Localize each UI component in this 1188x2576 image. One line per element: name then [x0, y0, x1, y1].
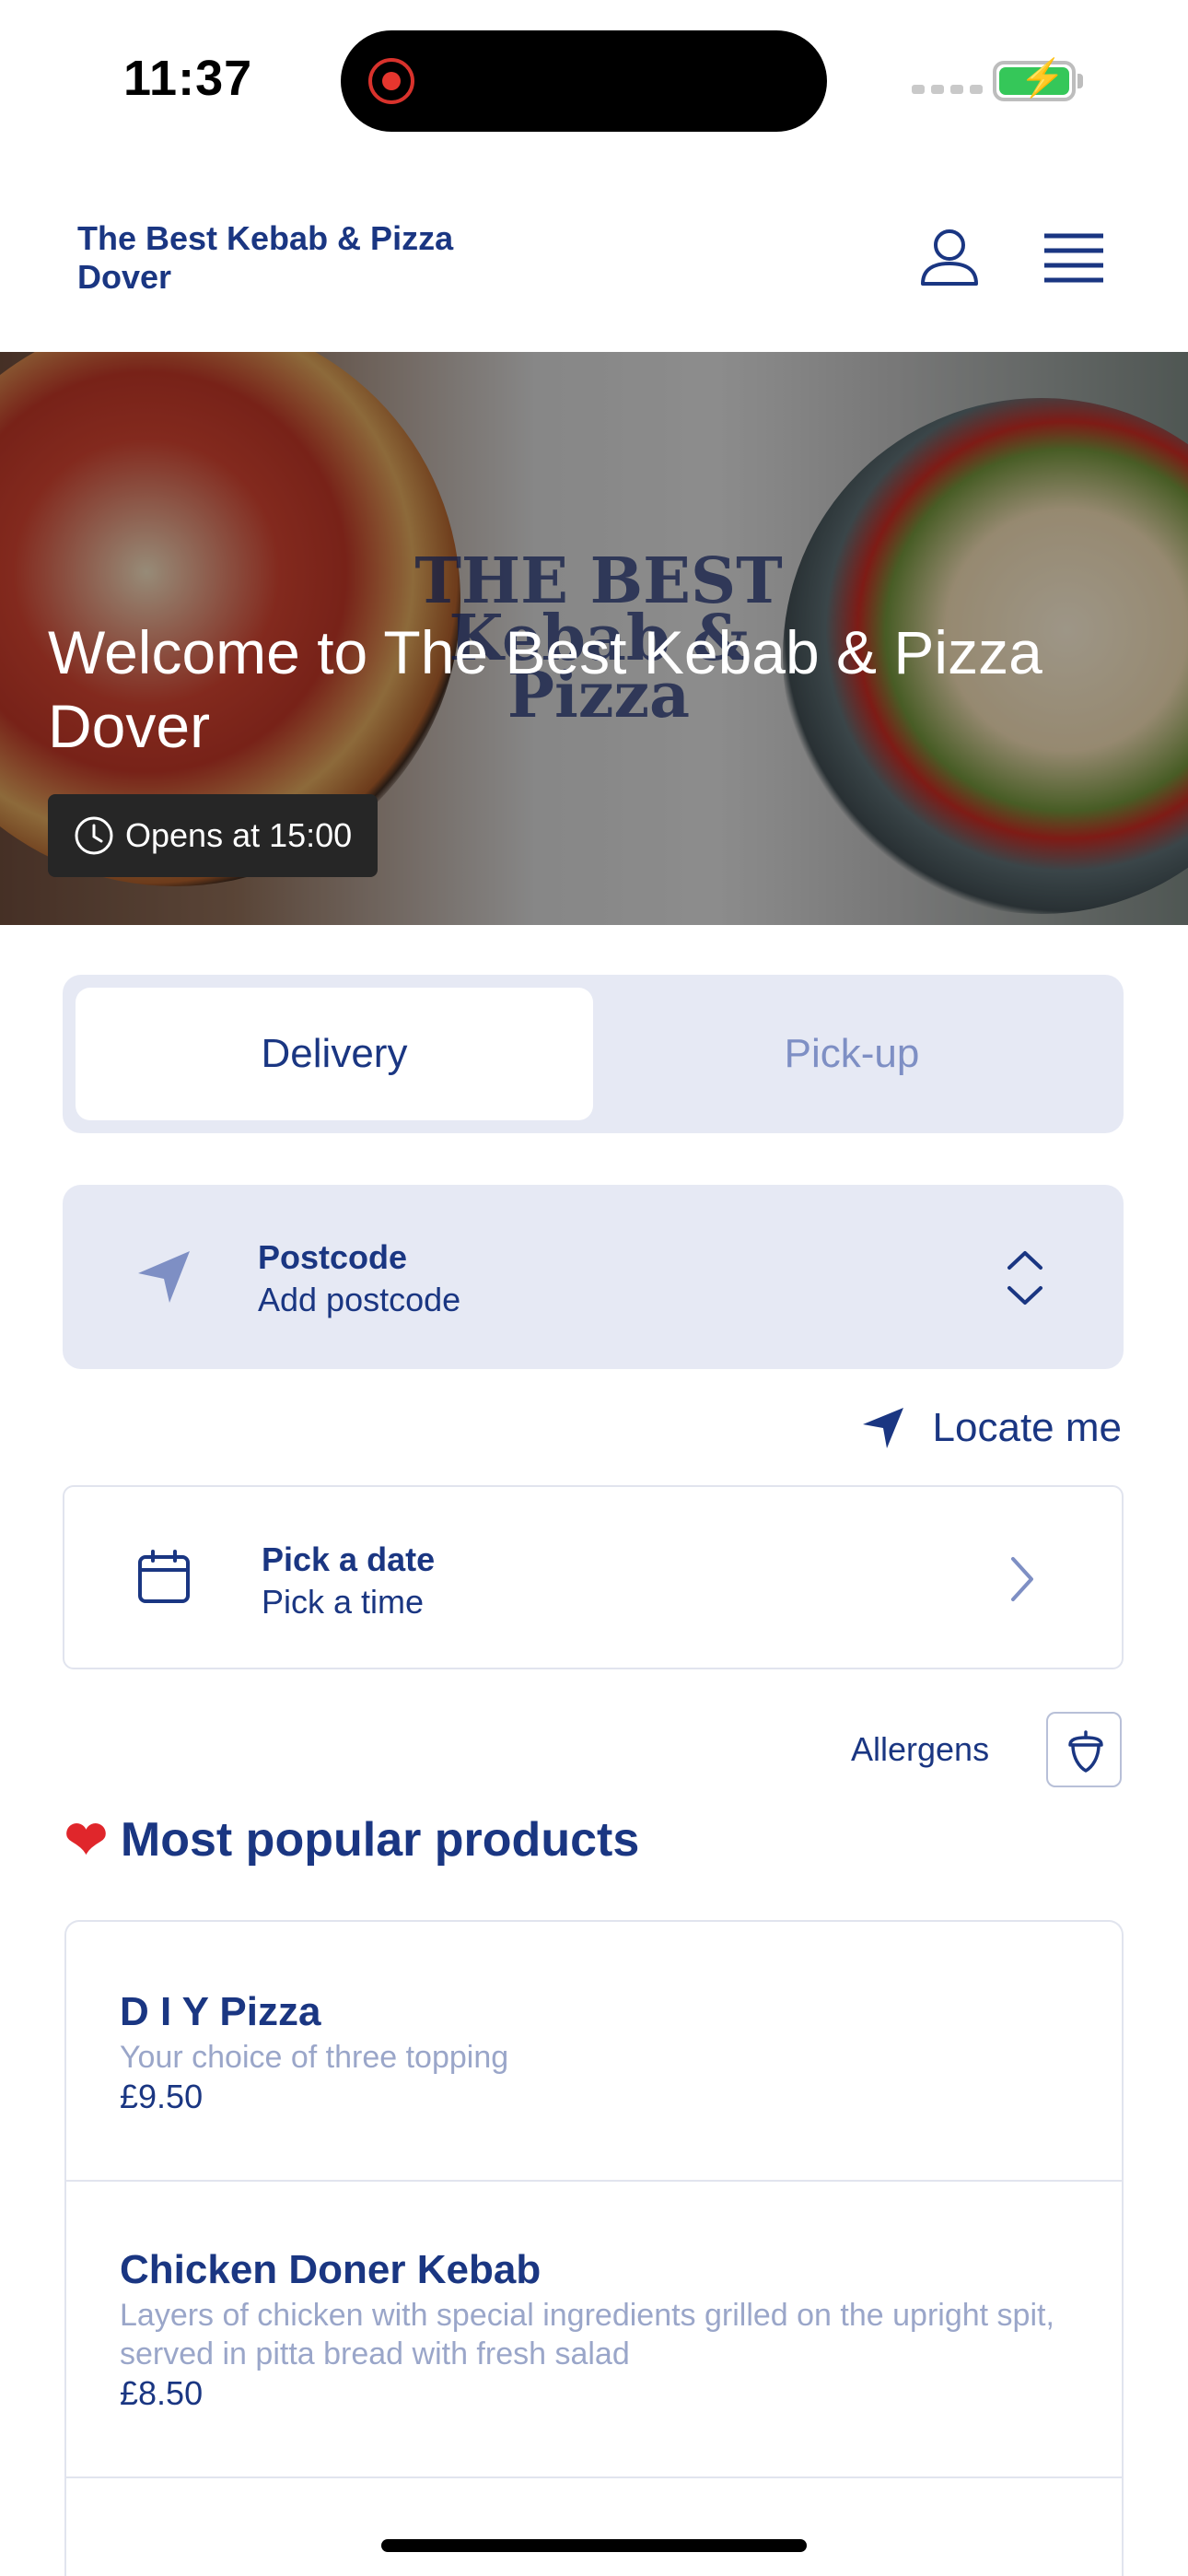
- product-description: Layers of chicken with special ingredien…: [120, 2298, 1054, 2371]
- schedule-picker[interactable]: Pick a date Pick a time: [63, 1485, 1124, 1669]
- locate-me-button[interactable]: Locate me: [861, 1400, 1122, 1456]
- tab-pickup[interactable]: Pick-up: [593, 988, 1111, 1120]
- popular-products-title: Most popular products: [120, 1813, 640, 1867]
- location-arrow-icon: [862, 1408, 903, 1448]
- pick-date-label: Pick a date: [262, 1540, 436, 1578]
- home-indicator[interactable]: [381, 2539, 807, 2552]
- opening-status-text: Opens at 15:00: [125, 816, 353, 854]
- welcome-title: Welcome to The Best Kebab & Pizza Dover: [48, 618, 1042, 760]
- restaurant-name[interactable]: The Best Kebab & Pizza Dover: [77, 219, 464, 297]
- heart-icon: ❤: [64, 1810, 108, 1868]
- order-mode-toggle: Delivery Pick-up: [63, 975, 1124, 1133]
- clock-icon: [75, 816, 113, 855]
- chevron-up-down-icon: [1007, 1251, 1042, 1305]
- pick-time-label: Pick a time: [262, 1583, 425, 1621]
- account-icon[interactable]: [917, 225, 982, 289]
- status-time: 11:37: [123, 51, 253, 106]
- product-card[interactable]: D I Y Pizza Your choice of three topping…: [66, 1922, 1122, 2182]
- tab-delivery[interactable]: Delivery: [76, 988, 593, 1120]
- postcode-selector[interactable]: Postcode Add postcode: [63, 1185, 1124, 1369]
- acorn-icon: [1068, 1730, 1103, 1773]
- allergens-label[interactable]: Allergens: [851, 1730, 989, 1769]
- battery-charging-icon: ⚡: [993, 60, 1083, 101]
- hero-banner: THE BEST Kebab & Pizza Welcome to The Be…: [0, 352, 1188, 925]
- product-card[interactable]: Chicken Doner Kebab Layers of chicken wi…: [66, 2182, 1122, 2478]
- product-name: Chicken Doner Kebab: [120, 2247, 542, 2292]
- calendar-icon: [138, 1550, 190, 1603]
- section-title: ❤ Most popular products: [64, 1809, 639, 1870]
- postcode-label: Postcode: [258, 1238, 408, 1276]
- chevron-right-icon: [1011, 1557, 1033, 1601]
- product-price: £9.50: [120, 2078, 204, 2115]
- hamburger-menu-icon[interactable]: [1042, 230, 1105, 286]
- opening-status-badge: Opens at 15:00: [48, 794, 379, 877]
- dynamic-island: [341, 30, 827, 132]
- postcode-value: Add postcode: [258, 1281, 461, 1318]
- location-arrow-icon: [138, 1251, 190, 1303]
- product-list: D I Y Pizza Your choice of three topping…: [64, 1920, 1124, 2576]
- product-name: D I Y Pizza: [120, 1989, 321, 2034]
- locate-me-label: Locate me: [932, 1405, 1122, 1450]
- allergens-button[interactable]: [1046, 1712, 1122, 1787]
- cellular-signal-icon: [912, 85, 983, 94]
- recording-indicator-icon: [368, 58, 414, 104]
- product-description: Your choice of three topping: [120, 2040, 509, 2075]
- product-price: £8.50: [120, 2374, 204, 2412]
